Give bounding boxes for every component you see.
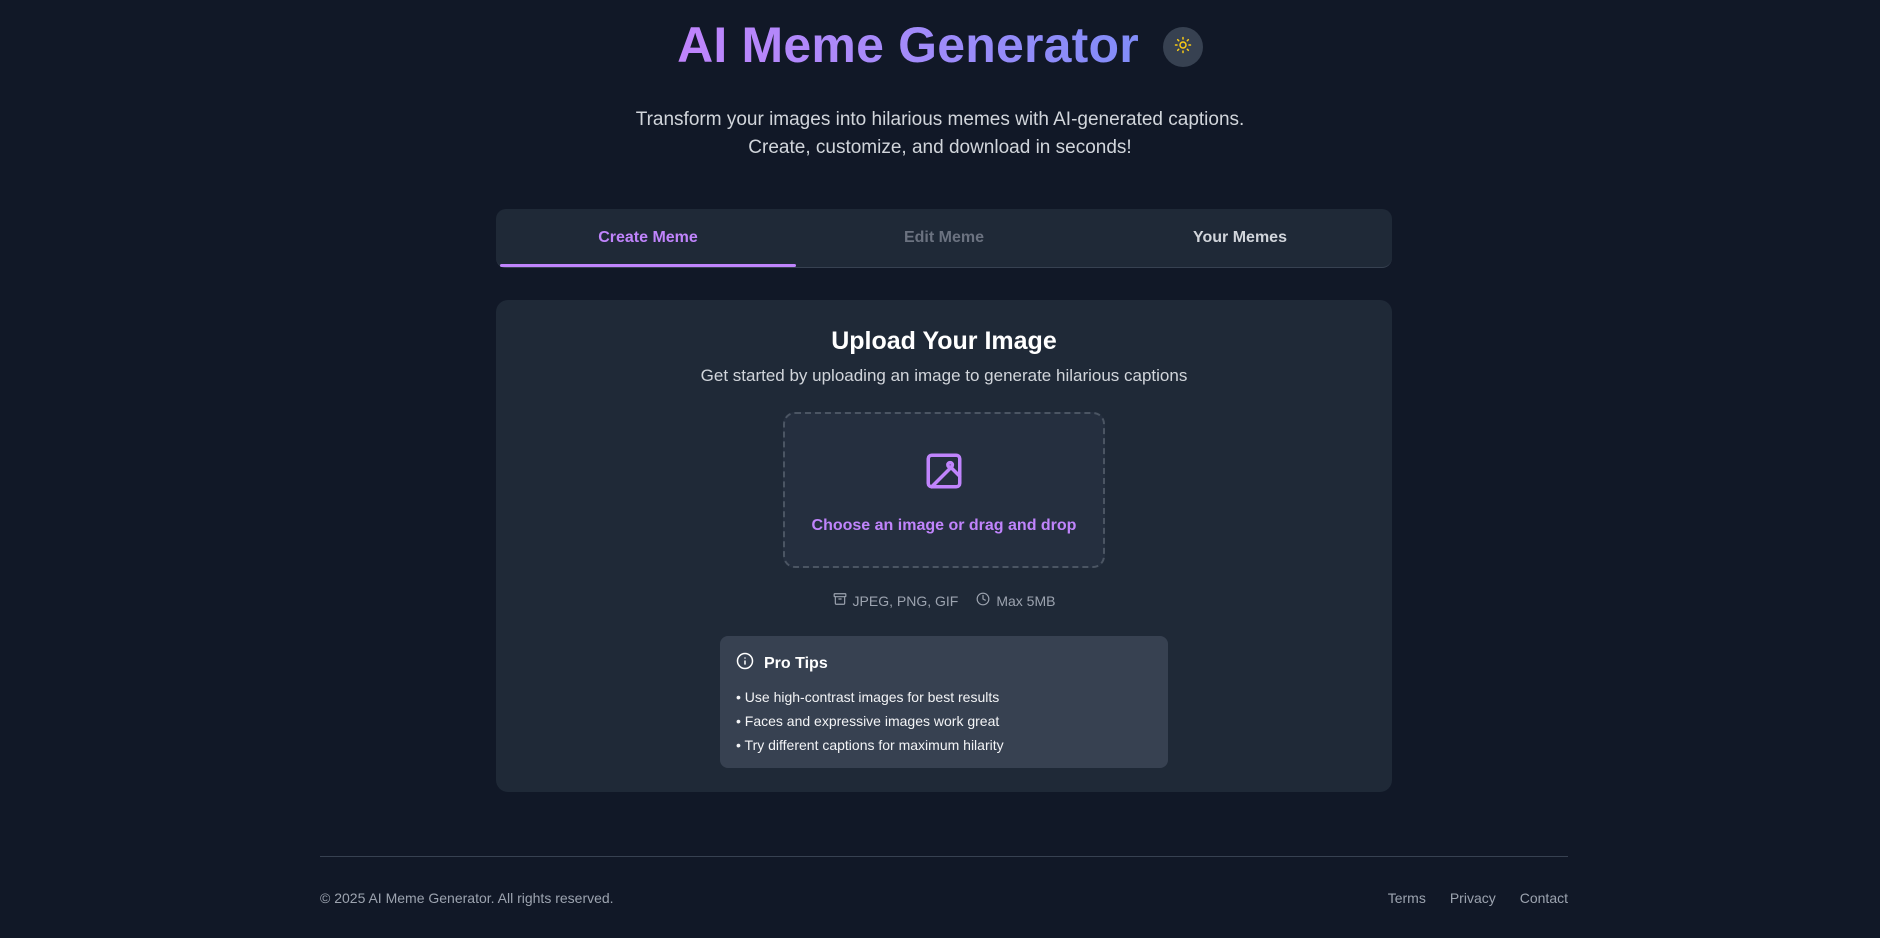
formats-label: JPEG, PNG, GIF — [852, 592, 959, 609]
footer-link-contact[interactable]: Contact — [1520, 890, 1568, 906]
page-subtitle: Transform your images into hilarious mem… — [635, 109, 1245, 158]
theme-toggle-button[interactable] — [1162, 27, 1203, 67]
formats-info: JPEG, PNG, GIF — [833, 592, 959, 609]
dropzone-label: Choose an image or drag and drop — [811, 517, 1077, 534]
tab-bar: Create Meme Edit Meme Your Memes — [496, 209, 1392, 268]
footer-link-terms[interactable]: Terms — [1388, 890, 1426, 906]
footer-links: Terms Privacy Contact — [1388, 890, 1568, 906]
clock-icon — [976, 592, 990, 609]
upload-requirements: JPEG, PNG, GIF Max 5MB — [496, 592, 1392, 609]
tip-item: • Try different captions for maximum hil… — [736, 737, 1004, 753]
image-icon — [923, 450, 965, 497]
header: AI Meme Generator — [0, 14, 1880, 76]
footer-divider — [320, 856, 1568, 857]
copyright-text: © 2025 AI Meme Generator. All rights res… — [320, 890, 614, 906]
sun-icon — [1174, 36, 1192, 59]
tip-item: • Faces and expressive images work great — [736, 713, 1000, 729]
app-title: AI Meme Generator — [677, 14, 1139, 76]
tab-edit-meme[interactable]: Edit Meme — [796, 209, 1092, 267]
tip-item: • Use high-contrast images for best resu… — [736, 689, 1000, 705]
upload-subtitle: Get started by uploading an image to gen… — [700, 366, 1188, 385]
image-dropzone[interactable]: Choose an image or drag and drop — [783, 412, 1105, 568]
archive-icon — [833, 592, 847, 609]
pro-tips-panel: Pro Tips • Use high-contrast images for … — [720, 636, 1168, 768]
max-size-label: Max 5MB — [996, 592, 1056, 609]
info-icon — [736, 652, 754, 675]
tab-create-meme[interactable]: Create Meme — [500, 209, 796, 267]
upload-card: Upload Your Image Get started by uploadi… — [496, 300, 1392, 792]
tab-your-memes[interactable]: Your Memes — [1092, 209, 1388, 267]
pro-tips-title: Pro Tips — [764, 654, 828, 672]
upload-title: Upload Your Image — [831, 327, 1057, 355]
pro-tips-header: Pro Tips — [736, 652, 1152, 675]
max-size-info: Max 5MB — [976, 592, 1055, 609]
page: AI Meme Generator Transform your images … — [0, 0, 1880, 938]
footer-link-privacy[interactable]: Privacy — [1450, 890, 1496, 906]
